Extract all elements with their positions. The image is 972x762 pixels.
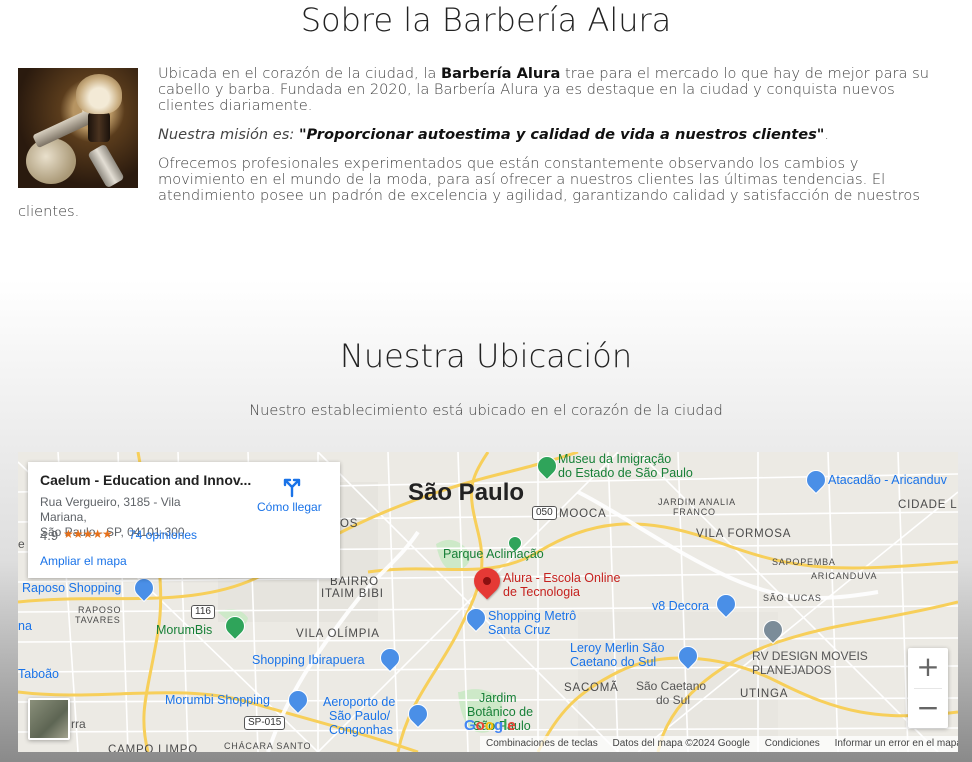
- about-title: Sobre la Barbería Alura: [300, 1, 672, 39]
- map-label-chacara-santo: CHÁCARA SANTO: [224, 741, 312, 751]
- map-label-aeroporto-2: São Paulo/: [329, 709, 391, 723]
- map-label-alura[interactable]: Alura - Escola Online: [503, 572, 620, 585]
- map-label-jardim-botanico[interactable]: Jardim: [479, 692, 517, 705]
- map-label-aeroporto-3: Congonhas: [329, 723, 393, 737]
- map-label-morumbi-shopping[interactable]: Morumbi Shopping: [165, 694, 270, 707]
- map-label-rv-design[interactable]: RV DESIGN MOVEIS: [752, 650, 868, 663]
- enlarge-map-link[interactable]: Ampliar el mapa: [40, 554, 127, 568]
- rating-stars-icon: ★★★★★: [63, 527, 113, 541]
- map-label-itaim-bibi: ITAIM BIBI: [321, 588, 384, 600]
- map-label-sao-caetano-2: do Sul: [656, 693, 691, 707]
- map-label-atacadao[interactable]: Atacadão - Aricanduv: [828, 474, 947, 487]
- map-label-na: na: [18, 619, 32, 633]
- map-label-leroy-merlin-2: Caetano do Sul: [570, 655, 657, 669]
- zoom-in-button[interactable]: +: [908, 648, 948, 688]
- map-label-parque-aclimacao[interactable]: Parque Aclimação: [443, 548, 544, 561]
- about-section: Ubicada en el corazón de la ciudad, la B…: [18, 66, 943, 233]
- place-name: Caelum - Education and Innov...: [40, 472, 252, 488]
- google-logo: Google: [464, 717, 516, 734]
- map-city-label: São Paulo: [408, 479, 525, 506]
- satellite-thumbnail: [30, 700, 68, 738]
- map-label-utinga: UTINGA: [740, 688, 789, 700]
- keyboard-shortcuts-link[interactable]: Combinaciones de teclas: [486, 738, 598, 749]
- map-label-aricanduva: ARICANDUVA: [811, 571, 878, 581]
- map-label-shopping-ibirapuera[interactable]: Shopping Ibirapuera: [252, 654, 365, 667]
- map-label-sacoma: SACOMÃ: [564, 682, 619, 694]
- map-label-rv-design-2: PLANEJADOS: [752, 663, 832, 677]
- report-error-link[interactable]: Informar un error en el mapa: [835, 738, 958, 749]
- map-label-leroy-merlin[interactable]: Leroy Merlin São: [570, 642, 665, 655]
- location-title: Nuestra Ubicación: [339, 337, 633, 375]
- location-subtitle: Nuestro establecimiento está ubicado en …: [249, 402, 723, 419]
- embedded-map[interactable]: São Paulo Museu da Imigração do Estado d…: [18, 452, 958, 752]
- map-label-alura-2: de Tecnologia: [503, 585, 580, 599]
- about-paragraph-1: Ubicada en el corazón de la ciudad, la B…: [158, 65, 929, 114]
- directions-link[interactable]: Cómo llegar: [257, 500, 322, 514]
- place-info-card: Caelum - Education and Innov... Rua Verg…: [28, 462, 340, 578]
- street-view-button[interactable]: [28, 698, 70, 740]
- map-label-museu[interactable]: Museu da Imigração: [558, 453, 671, 466]
- terms-link[interactable]: Condiciones: [765, 738, 820, 749]
- about-paragraph-3: Ofrecemos profesionales experimentados q…: [18, 155, 920, 220]
- map-label-taboao[interactable]: Taboão: [18, 668, 59, 681]
- zoom-out-button[interactable]: −: [908, 689, 948, 729]
- zoom-controls: + −: [908, 648, 948, 728]
- highway-shield-050: 050: [532, 506, 557, 520]
- mission-paragraph: Nuestra misión es: "Proporcionar autoest…: [158, 126, 830, 143]
- directions-icon[interactable]: [280, 474, 304, 498]
- rating-value: 4.9: [40, 528, 59, 543]
- map-label-sapopemba: SAPOPEMBA: [772, 557, 836, 567]
- mission-statement: "Proporcionar autoestima y calidad de vi…: [298, 126, 825, 143]
- map-label-campo-limpo: CAMPO LIMPO: [108, 744, 198, 752]
- map-data-text: Datos del mapa ©2024 Google: [612, 738, 750, 749]
- map-label-morumbis[interactable]: MorumBis: [156, 624, 212, 637]
- address-line-1: Rua Vergueiro, 3185 - Vila Mariana,: [40, 495, 181, 524]
- highway-shield-116: 116: [191, 605, 215, 619]
- map-label-franco: FRANCO: [673, 507, 716, 517]
- map-label-raposo-shopping[interactable]: Raposo Shopping: [22, 582, 121, 595]
- map-label-vila-formosa: VILA FORMOSA: [696, 528, 792, 540]
- map-label-raposo-tavares-2: TAVARES: [75, 615, 121, 625]
- map-label-aeroporto[interactable]: Aeroporto de: [323, 696, 395, 709]
- map-label-os: OS: [340, 518, 359, 530]
- map-label-sao-lucas: SÃO LUCAS: [763, 593, 822, 603]
- map-label-sao-caetano: São Caetano: [636, 679, 707, 693]
- map-label-mooca: MOOCA: [559, 508, 607, 520]
- map-label-shopping-metro-2: Santa Cruz: [488, 623, 551, 637]
- highway-shield-sp015: SP-015: [244, 716, 286, 730]
- map-label-vila-olimpia: VILA OLÍMPIA: [296, 628, 380, 640]
- barber-tools-image: [18, 68, 138, 188]
- brand-name: Barbería Alura: [440, 65, 561, 82]
- map-label-cidade-l: CIDADE L: [898, 499, 958, 511]
- map-label-v8-decora[interactable]: v8 Decora: [652, 600, 709, 613]
- map-label-museu-2: do Estado de São Paulo: [558, 466, 693, 480]
- map-label-e: e: [18, 537, 25, 551]
- map-label-shopping-metro[interactable]: Shopping Metrô: [488, 610, 576, 623]
- map-label-rra: rra: [71, 717, 86, 731]
- map-attribution-bar: Combinaciones de teclas Datos del mapa ©…: [480, 736, 958, 752]
- reviews-link[interactable]: 74 opiniones: [129, 528, 197, 542]
